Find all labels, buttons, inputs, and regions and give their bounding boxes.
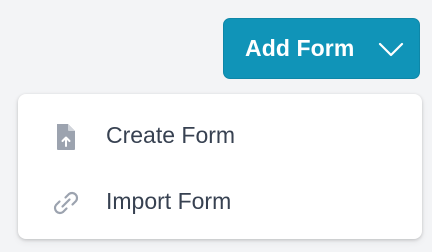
add-form-button[interactable]: Add Form	[223, 18, 420, 79]
menu-item-label: Import Form	[106, 188, 232, 214]
menu-item-create-form[interactable]: Create Form	[18, 102, 422, 168]
link-icon	[53, 191, 79, 215]
add-form-label: Add Form	[245, 35, 355, 61]
menu-item-label: Create Form	[106, 122, 236, 148]
add-form-dropdown-menu: Create Form Import Form	[18, 94, 422, 239]
file-upload-icon	[57, 124, 75, 150]
chevron-down-icon	[378, 42, 404, 57]
menu-item-import-form[interactable]: Import Form	[18, 168, 422, 234]
